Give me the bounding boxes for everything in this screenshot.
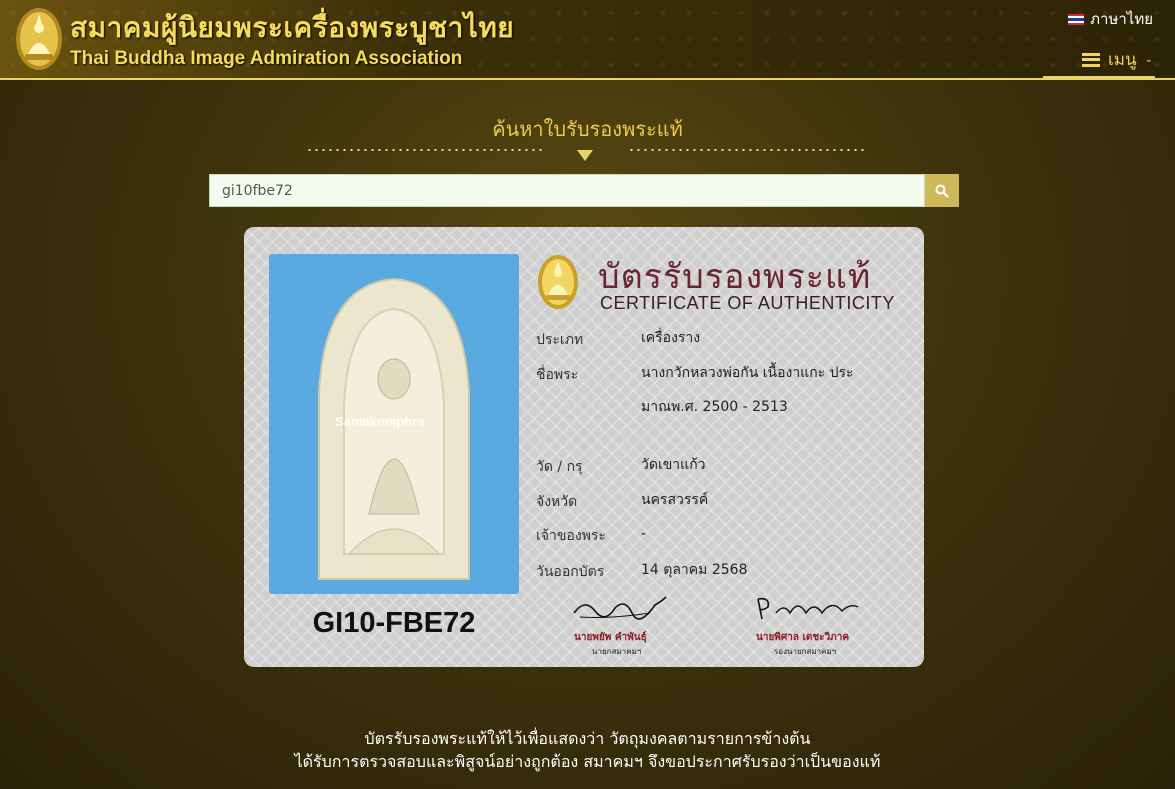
- search-title: ค้นหาใบรับรองพระแท้: [492, 117, 683, 141]
- search-bar: [209, 174, 959, 207]
- triangle-down-icon: [577, 150, 593, 161]
- field-value-type: เครื่องราง: [641, 330, 701, 346]
- menu-underline: [1043, 76, 1155, 78]
- signature-vice-president: [757, 597, 859, 620]
- logo-title-english[interactable]: Thai Buddha Image Admiration Association: [70, 48, 462, 70]
- signature-role-vice-president: รองนายกสมาคมฯ: [774, 647, 837, 656]
- field-value-name: นางกวักหลวงพ่อกัน เนื้องาแกะ ประมาณพ.ศ. …: [641, 365, 854, 415]
- amulet-photo: Samakomphra: [269, 254, 519, 594]
- dotted-divider-left: [306, 149, 543, 151]
- dotted-divider-right: [628, 149, 864, 151]
- search-button[interactable]: [925, 174, 959, 207]
- menu-button[interactable]: เมนู ⌄: [1081, 46, 1153, 73]
- photo-watermark: Samakomphra: [335, 414, 425, 429]
- chevron-down-icon: ⌄: [1144, 54, 1153, 65]
- field-label-temple: วัด / กรุ: [536, 459, 583, 475]
- signature-president: [573, 596, 667, 620]
- field-value-province: นครสวรรค์: [641, 492, 709, 508]
- search-input[interactable]: [209, 174, 925, 207]
- thai-flag-icon: [1068, 13, 1085, 25]
- menu-label: เมนู: [1107, 50, 1137, 70]
- buddha-emblem-icon[interactable]: [14, 6, 64, 72]
- field-value-owner: -: [641, 526, 647, 542]
- field-label-province: จังหวัด: [536, 494, 578, 510]
- field-label-issue-date: วันออกบัตร: [536, 564, 605, 580]
- footer-text-line-2: ได้รับการตรวจสอบและพิสูจน์อย่างถูกต้อง ส…: [294, 752, 881, 771]
- field-label-name: ชื่อพระ: [536, 367, 579, 383]
- field-label-type: ประเภท: [536, 332, 584, 348]
- language-selector[interactable]: ภาษาไทย: [1068, 7, 1153, 31]
- signature-name-president: นายพยัพ คำพันธุ์: [574, 632, 647, 643]
- footer-text-line-1: บัตรรับรองพระแท้ให้ไว้เพื่อแสดงว่า วัตถุ…: [364, 729, 811, 748]
- hamburger-icon: [1081, 52, 1100, 67]
- certificate-card: Samakomphra GI10-FBE72 บัตรรับรองพระแท้ …: [244, 227, 924, 667]
- field-label-owner: เจ้าของพระ: [536, 528, 606, 544]
- search-icon: [935, 184, 949, 198]
- signature-name-vice-president: นายพิศาล เตชะวิภาค: [756, 632, 850, 643]
- field-value-temple: วัดเขาแก้ว: [641, 457, 706, 473]
- site-header: สมาคมผู้นิยมพระเครื่องพระบูชาไทย Thai Bu…: [0, 0, 1175, 80]
- signature-role-president: นายกสมาคมฯ: [592, 647, 642, 656]
- buddha-emblem-icon: [538, 255, 578, 309]
- certificate-code: GI10-FBE72: [312, 607, 476, 639]
- logo-title-thai[interactable]: สมาคมผู้นิยมพระเครื่องพระบูชาไทย: [70, 6, 514, 50]
- field-value-issue-date: 14 ตุลาคม 2568: [641, 562, 748, 578]
- certificate-title-english: CERTIFICATE OF AUTHENTICITY: [600, 293, 895, 313]
- language-label: ภาษาไทย: [1090, 10, 1153, 28]
